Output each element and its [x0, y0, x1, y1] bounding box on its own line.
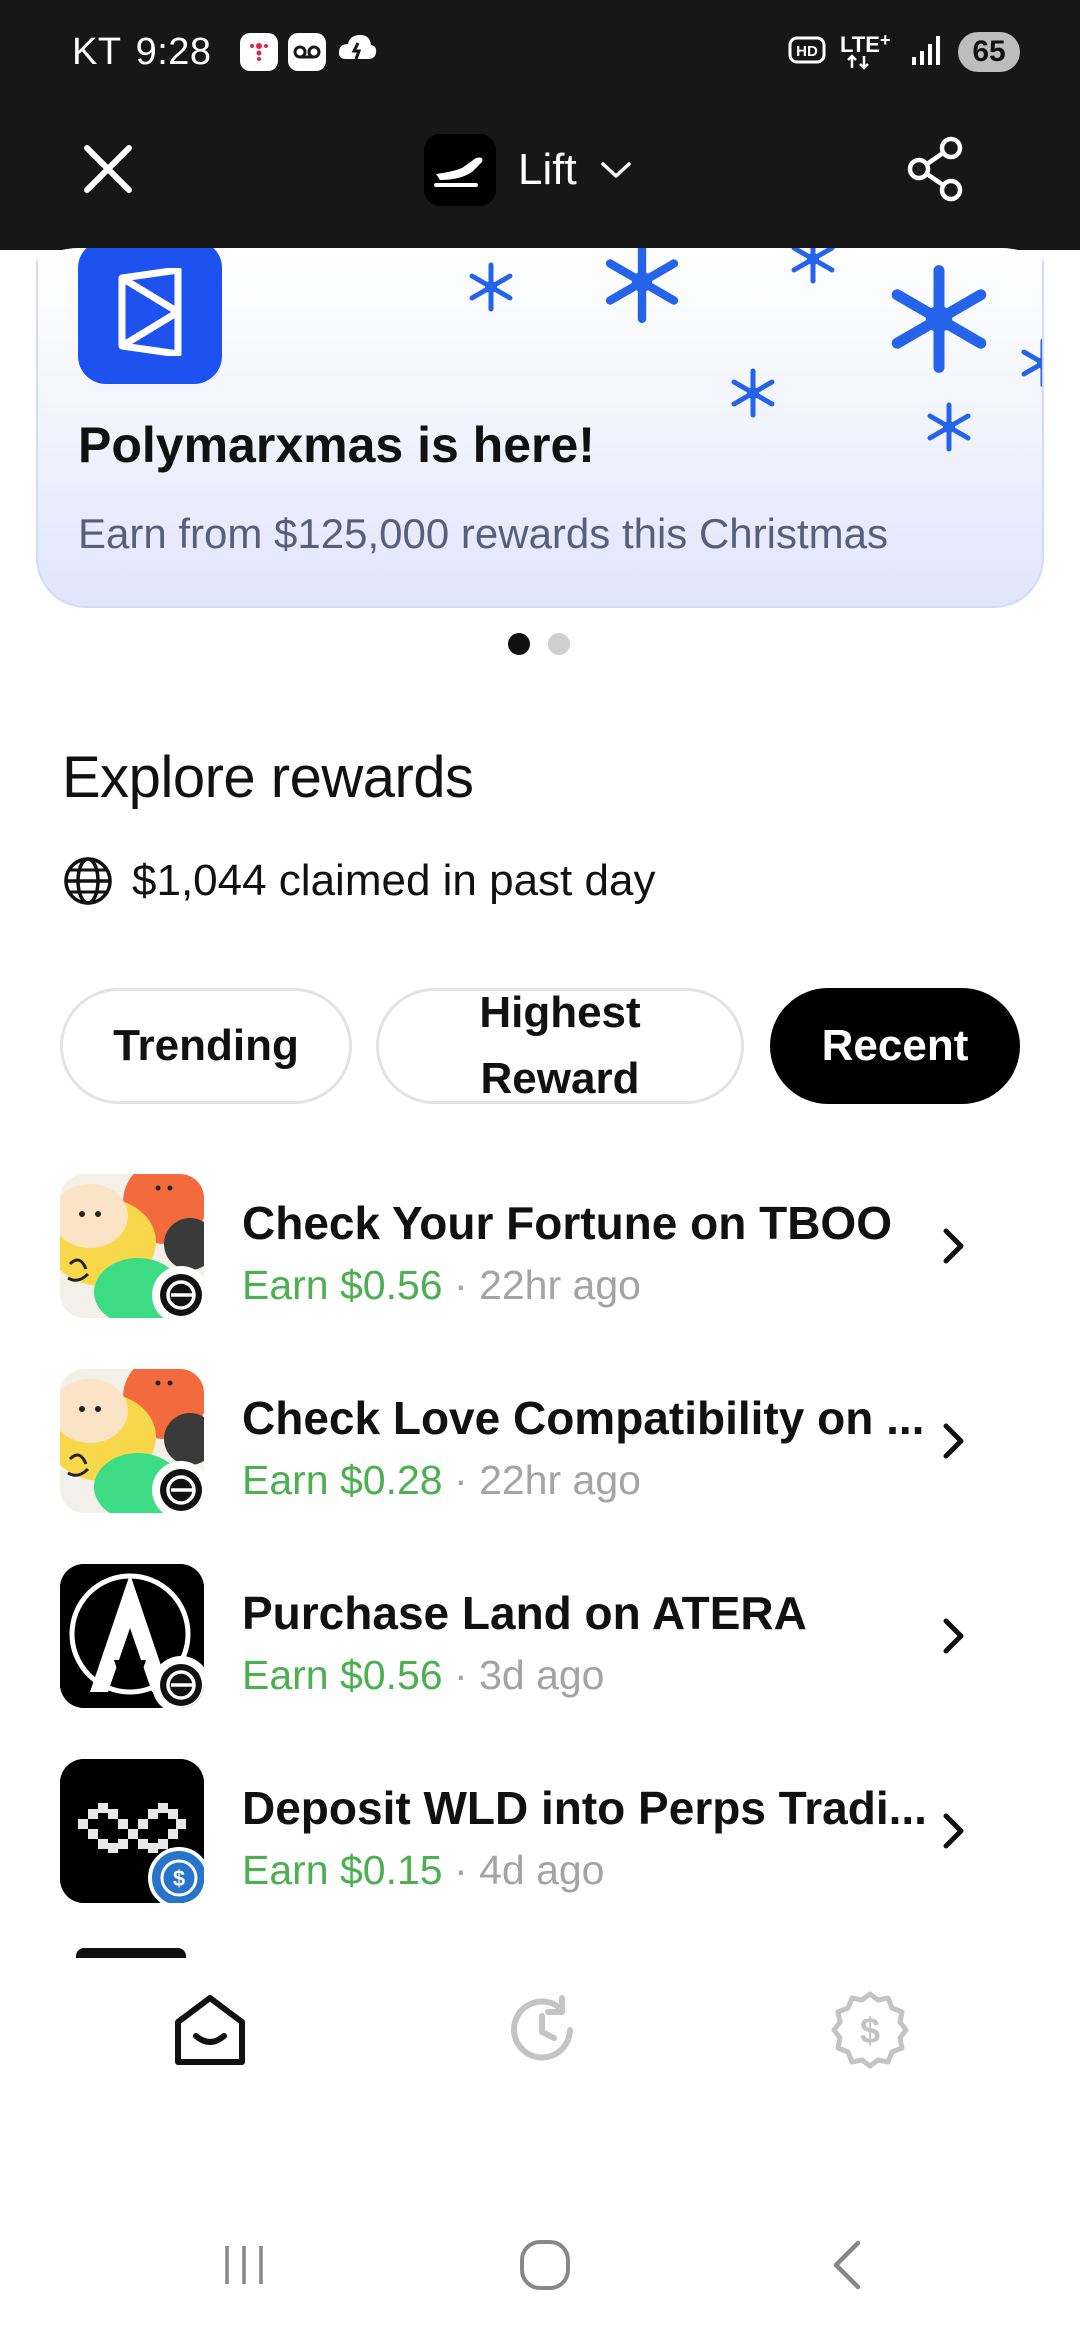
svg-text:$: $	[860, 2010, 880, 2051]
tboo-app-thumbnail	[60, 1369, 204, 1513]
home-icon	[175, 1995, 245, 2065]
history-icon	[511, 1995, 573, 2061]
carrier-app-icon	[239, 33, 278, 71]
reward-meta: Earn $0.56 · 3d ago	[242, 1652, 604, 1699]
atera-app-thumbnail	[60, 1564, 204, 1708]
status-time: 9:28	[135, 30, 212, 73]
filter-chip-trending[interactable]: Trending	[60, 988, 352, 1104]
svg-text:LTE: LTE	[840, 32, 880, 57]
chevron-down-icon	[600, 162, 631, 178]
svg-text:+: +	[880, 30, 891, 50]
share-button[interactable]	[900, 133, 972, 205]
next-item-peek	[76, 1948, 186, 1958]
claimed-text: $1,044 claimed in past day	[132, 856, 656, 905]
reward-meta: Earn $0.15 · 4d ago	[242, 1847, 604, 1894]
usdc-icon: $	[148, 1847, 204, 1903]
back-icon	[833, 2240, 861, 2290]
reward-amount: Earn $0.28	[242, 1457, 443, 1503]
reward-item[interactable]: $ Deposit WLD into Perps Tradi... Earn $…	[60, 1759, 1020, 1905]
filter-chip-recent[interactable]: Recent	[770, 988, 1020, 1104]
snowflake-icon	[927, 402, 971, 452]
reward-amount: Earn $0.56	[242, 1652, 443, 1698]
reward-time: 22hr ago	[479, 1262, 641, 1308]
app-header: Lift	[0, 105, 1080, 250]
polymarket-logo-icon	[78, 248, 222, 384]
worldcoin-icon	[152, 1656, 204, 1708]
filter-chip-label: Highest Reward	[479, 988, 641, 1103]
chevron-right-icon	[934, 1417, 974, 1465]
app-switcher[interactable]: Lift	[424, 125, 633, 215]
reward-title: Deposit WLD into Perps Tradi...	[242, 1782, 927, 1834]
chevron-right-icon	[934, 1807, 974, 1855]
cloud-icon	[336, 29, 378, 75]
banner-subtitle: Earn from $125,000 rewards this Christma…	[78, 510, 888, 557]
airplane-logo-icon	[424, 134, 496, 206]
reward-time: 3d ago	[479, 1652, 605, 1698]
meta-separator: ·	[454, 1652, 468, 1698]
perps-app-thumbnail: $	[60, 1759, 204, 1903]
reward-item[interactable]: Check Your Fortune on TBOO Earn $0.56 · …	[60, 1174, 1020, 1320]
globe-icon	[64, 857, 112, 905]
worldcoin-icon	[152, 1461, 204, 1513]
carousel-dot[interactable]	[548, 633, 570, 655]
worldcoin-icon	[152, 1266, 204, 1318]
reward-item[interactable]: Purchase Land on ATERA Earn $0.56 · 3d a…	[60, 1564, 1020, 1710]
reward-title: Check Love Compatibility on ...	[242, 1392, 925, 1444]
signal-icon	[910, 33, 944, 72]
close-button[interactable]	[76, 137, 140, 201]
snowflake-icon	[791, 248, 835, 284]
section-title: Explore rewards	[62, 745, 474, 810]
reward-amount: Earn $0.56	[242, 1262, 443, 1308]
recent-apps-icon	[225, 2246, 263, 2284]
svg-text:HD: HD	[796, 43, 818, 60]
promo-banner[interactable]: Polymarxmas is here! Earn from $125,000 …	[36, 248, 1044, 608]
claimed-stat: $1,044 claimed in past day	[62, 855, 655, 907]
reward-time: 4d ago	[479, 1847, 605, 1893]
chevron-right-icon	[934, 1612, 974, 1660]
nav-rewards-button[interactable]: $	[825, 1985, 915, 2075]
nav-home-button[interactable]	[165, 1985, 255, 2075]
system-recent-apps-button[interactable]	[204, 2225, 284, 2305]
rewards-dollar-icon: $	[831, 1991, 909, 2069]
system-home-button[interactable]	[505, 2225, 585, 2305]
filter-chip-highest-reward[interactable]: Highest Reward	[376, 988, 744, 1104]
nav-history-button[interactable]	[497, 1985, 587, 2075]
reward-title: Purchase Land on ATERA	[242, 1587, 807, 1639]
snowflake-icon	[891, 265, 987, 373]
reward-title: Check Your Fortune on TBOO	[242, 1197, 892, 1249]
share-icon	[907, 136, 963, 202]
snowflake-icon	[605, 248, 679, 324]
tboo-app-thumbnail	[60, 1174, 204, 1318]
snowflake-icon	[1021, 338, 1042, 388]
reward-meta: Earn $0.56 · 22hr ago	[242, 1262, 641, 1309]
meta-separator: ·	[454, 1457, 468, 1503]
status-bar: KT 9:28 HD LTE + 65	[0, 0, 1080, 105]
svg-text:$: $	[173, 1866, 185, 1891]
app-title: Lift	[518, 145, 577, 194]
snowflake-icon	[731, 368, 775, 418]
carousel-indicator	[508, 633, 570, 655]
home-circle-icon	[520, 2240, 570, 2290]
reward-item[interactable]: Check Love Compatibility on ... Earn $0.…	[60, 1369, 1020, 1515]
snowflake-icon	[469, 262, 513, 312]
lte-plus-icon: LTE +	[840, 30, 896, 75]
chevron-right-icon	[934, 1222, 974, 1270]
carrier-label: KT	[72, 30, 122, 73]
system-back-button[interactable]	[808, 2225, 888, 2305]
banner-title: Polymarxmas is here!	[78, 417, 595, 473]
meta-separator: ·	[454, 1847, 468, 1893]
battery-indicator: 65	[958, 32, 1020, 72]
reward-meta: Earn $0.28 · 22hr ago	[242, 1457, 641, 1504]
reward-amount: Earn $0.15	[242, 1847, 443, 1893]
voicemail-icon	[287, 33, 326, 71]
meta-separator: ·	[454, 1262, 468, 1308]
reward-time: 22hr ago	[479, 1457, 641, 1503]
hd-voice-icon: HD	[788, 35, 826, 70]
close-icon	[84, 145, 132, 193]
carousel-dot-active[interactable]	[508, 633, 530, 655]
